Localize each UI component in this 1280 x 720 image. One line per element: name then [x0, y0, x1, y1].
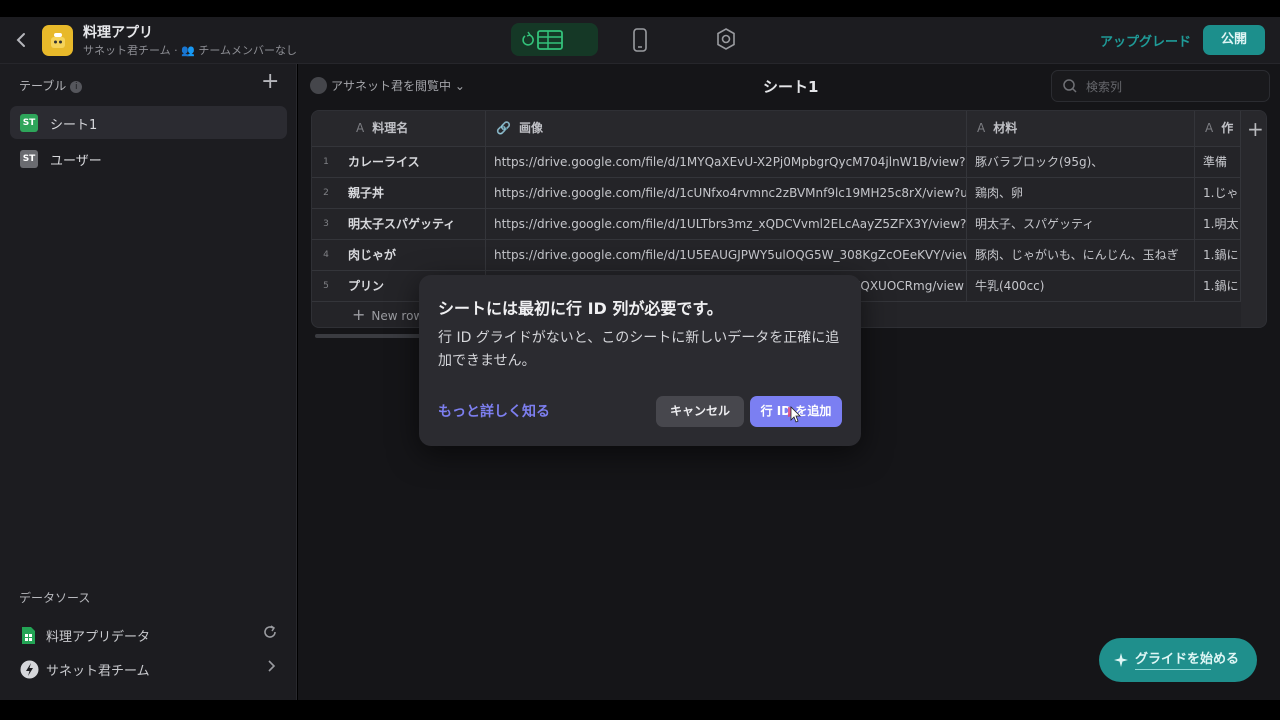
text-column-type-icon: A	[1205, 121, 1214, 135]
upgrade-link[interactable]: アップグレード	[1100, 31, 1191, 50]
data-source-label: サネット君チーム	[46, 664, 150, 679]
cell-steps[interactable]: 準備	[1195, 147, 1241, 178]
cell-name[interactable]: カレーライス	[340, 147, 486, 178]
row-number: 5	[323, 281, 329, 291]
viewing-as-dropdown[interactable]: アサネット君を閲覧中 ⌄	[310, 77, 465, 94]
app-subtitle: サネット君チーム · 👥 チームメンバーなし	[83, 44, 298, 57]
start-glide-button[interactable]: グライドを始める	[1099, 638, 1257, 682]
cell-ingredients[interactable]: 鶏肉、卵	[967, 178, 1195, 209]
cell-steps[interactable]: 1.じゃ	[1195, 178, 1241, 209]
table-row[interactable]: 4 肉じゃが https://drive.google.com/file/d/1…	[312, 240, 1266, 271]
column-header-ingredients[interactable]: A 材料	[967, 111, 1195, 147]
back-button[interactable]	[12, 29, 32, 51]
cell-image[interactable]: https://drive.google.com/file/d/1ULTbrs3…	[486, 209, 967, 240]
cell-steps[interactable]: 1.明太	[1195, 209, 1241, 240]
search-icon	[1062, 78, 1078, 94]
sheet-table-icon: ST	[20, 114, 38, 132]
horizontal-scrollbar[interactable]	[315, 334, 425, 338]
mouse-cursor-icon	[783, 405, 802, 425]
settings-gear-icon[interactable]	[713, 26, 739, 52]
cell-image[interactable]: https://drive.google.com/file/d/1MYQaXEv…	[486, 147, 967, 178]
grid-header-row: A 料理名 🔗 画像 A 材料 A作	[312, 111, 1266, 147]
table-row[interactable]: 3 明太子スパゲッティ https://drive.google.com/fil…	[312, 209, 1266, 240]
progress-underline	[1135, 669, 1211, 670]
chevron-right-icon[interactable]	[264, 658, 278, 678]
refresh-icon[interactable]	[262, 624, 278, 644]
sidebar-item-sheet1[interactable]: ST シート1	[10, 106, 287, 139]
chevron-left-icon	[16, 33, 25, 47]
sidebar: テーブル i + ST シート1 ST ユーザー データソース 料理アプリデータ …	[0, 64, 297, 700]
start-glide-label: グライドを始める	[1135, 652, 1240, 667]
cancel-button[interactable]: キャンセル	[656, 396, 744, 427]
cell-steps[interactable]: 1.鍋に	[1195, 271, 1241, 302]
row-number: 4	[323, 250, 329, 260]
data-source-item-team[interactable]: サネット君チーム	[18, 656, 280, 682]
cell-steps[interactable]: 1.鍋に	[1195, 240, 1241, 271]
tables-heading: テーブル i	[19, 77, 83, 94]
sparkle-icon	[1113, 652, 1129, 668]
table-row[interactable]: 2 親子丼 https://drive.google.com/file/d/1c…	[312, 178, 1266, 209]
data-mode-icon[interactable]	[520, 29, 566, 55]
sidebar-item-users[interactable]: ST ユーザー	[10, 142, 287, 175]
text-column-type-icon: A	[977, 121, 986, 135]
sheet-table-icon: ST	[20, 150, 38, 168]
publish-button[interactable]: 公開	[1203, 25, 1265, 55]
data-source-label: 料理アプリデータ	[46, 630, 151, 645]
table-row[interactable]: 1 カレーライス https://drive.google.com/file/d…	[312, 147, 1266, 178]
avatar	[310, 77, 327, 94]
row-number: 1	[323, 157, 329, 167]
app-title: 料理アプリ	[83, 25, 153, 41]
sidebar-item-label: ユーザー	[50, 154, 102, 169]
row-number: 3	[323, 219, 329, 229]
cell-ingredients[interactable]: 明太子、スパゲッティ	[967, 209, 1195, 240]
add-column-button[interactable]: +	[1241, 111, 1266, 327]
search-input[interactable]	[1086, 77, 1261, 97]
sheet-title: シート1	[763, 78, 819, 96]
cell-name[interactable]: 明太子スパゲッティ	[340, 209, 486, 240]
learn-more-link[interactable]: もっと詳しく知る	[438, 401, 550, 421]
dialog-body: 行 ID グライドがないと、このシートに新しいデータを正確に追加できません。	[438, 330, 840, 369]
cell-ingredients[interactable]: 豚バラブロック(95g)、	[967, 147, 1195, 178]
letterbox-bottom	[0, 700, 1280, 720]
column-header-steps[interactable]: A作	[1195, 111, 1241, 147]
letterbox-top	[0, 0, 1280, 17]
cell-name[interactable]: 肉じゃが	[340, 240, 486, 271]
column-header-name[interactable]: A 料理名	[340, 111, 486, 147]
cell-image[interactable]: https://drive.google.com/file/d/1U5EAUGJ…	[486, 240, 967, 271]
glide-logo-icon	[20, 660, 39, 679]
robot-chef-icon	[50, 32, 65, 48]
plus-icon: +	[352, 305, 366, 324]
info-icon[interactable]: i	[70, 81, 83, 93]
app-icon[interactable]	[42, 25, 73, 56]
column-header-image[interactable]: 🔗 画像	[486, 111, 967, 147]
google-sheets-icon	[20, 626, 37, 645]
row-number: 2	[323, 188, 329, 198]
data-source-item-recipe-data[interactable]: 料理アプリデータ	[18, 622, 280, 648]
new-row-button[interactable]: + New row	[352, 305, 423, 324]
cell-ingredients[interactable]: 豚肉、じゃがいも、にんじん、玉ねぎ	[967, 240, 1195, 271]
data-sources-heading: データソース	[19, 591, 91, 605]
chevron-down-icon: ⌄	[454, 79, 465, 93]
dialog-title: シートには最初に行 ID 列が必要です。	[438, 299, 723, 318]
sidebar-item-label: シート1	[50, 118, 98, 133]
plus-icon: +	[1247, 117, 1264, 141]
add-table-button[interactable]: +	[261, 70, 279, 94]
app-header: 料理アプリ サネット君チーム · 👥 チームメンバーなし アップグレード 公開	[0, 17, 1280, 64]
link-column-type-icon: 🔗	[496, 121, 511, 135]
cell-image[interactable]: https://drive.google.com/file/d/1cUNfxo4…	[486, 178, 967, 209]
cell-name[interactable]: 親子丼	[340, 178, 486, 209]
cell-ingredients[interactable]: 牛乳(400cc)	[967, 271, 1195, 302]
text-column-type-icon: A	[356, 121, 365, 135]
column-search[interactable]	[1051, 70, 1270, 102]
layout-mode-phone-icon[interactable]	[630, 27, 650, 53]
